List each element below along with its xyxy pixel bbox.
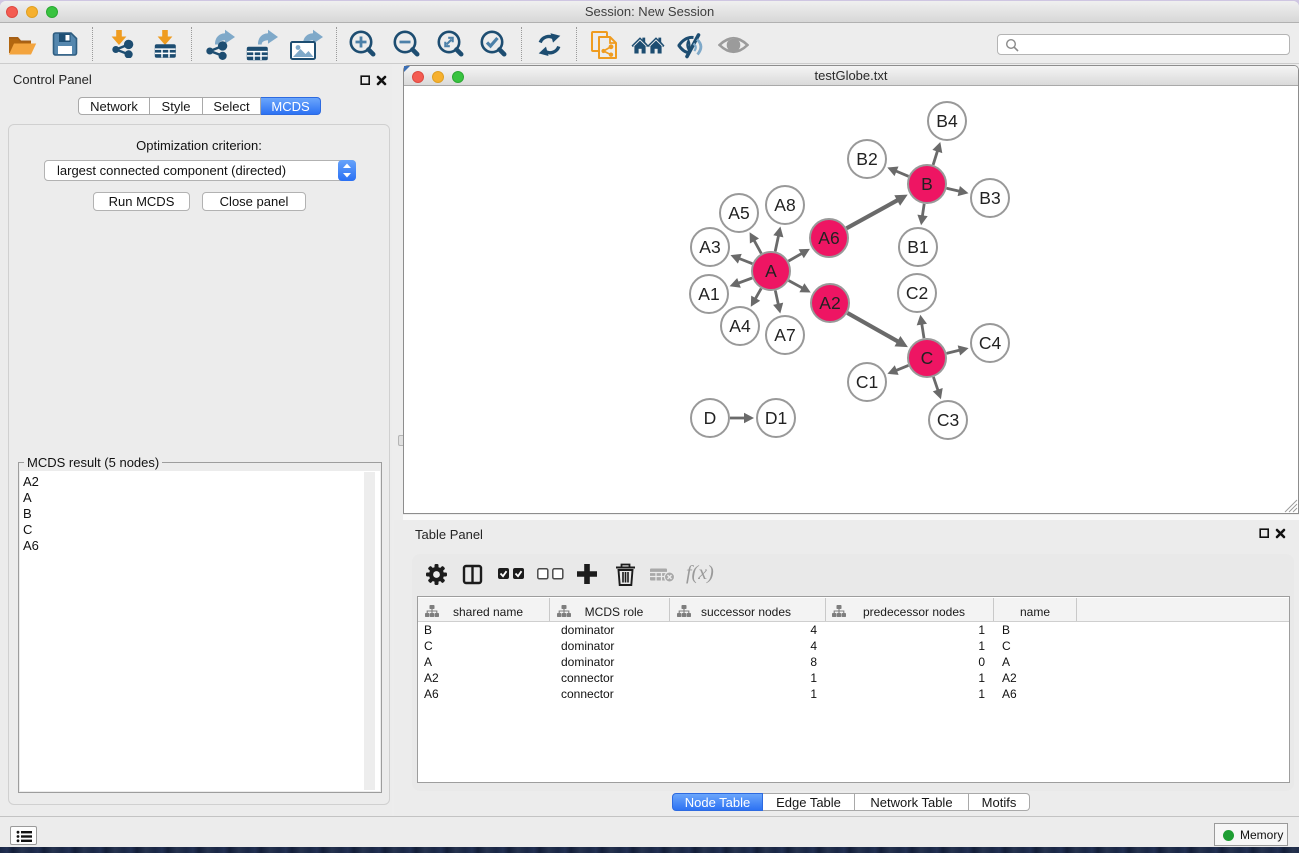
svg-text:B2: B2: [856, 149, 877, 169]
svg-text:D: D: [704, 408, 717, 428]
svg-text:D1: D1: [765, 408, 787, 428]
svg-text:A7: A7: [774, 325, 795, 345]
svg-text:C2: C2: [906, 283, 928, 303]
svg-text:B: B: [921, 174, 933, 194]
svg-text:A1: A1: [698, 284, 719, 304]
svg-text:A2: A2: [819, 293, 840, 313]
svg-text:A3: A3: [699, 237, 720, 257]
svg-text:A6: A6: [818, 228, 839, 248]
svg-text:A4: A4: [729, 316, 751, 336]
svg-text:A5: A5: [728, 203, 749, 223]
svg-text:B1: B1: [907, 237, 928, 257]
svg-text:B3: B3: [979, 188, 1000, 208]
svg-text:C4: C4: [979, 333, 1002, 353]
svg-text:C1: C1: [856, 372, 878, 392]
svg-text:C: C: [921, 348, 934, 368]
svg-text:C3: C3: [937, 410, 959, 430]
svg-text:A: A: [765, 261, 777, 281]
svg-text:B4: B4: [936, 111, 958, 131]
svg-text:A8: A8: [774, 195, 795, 215]
